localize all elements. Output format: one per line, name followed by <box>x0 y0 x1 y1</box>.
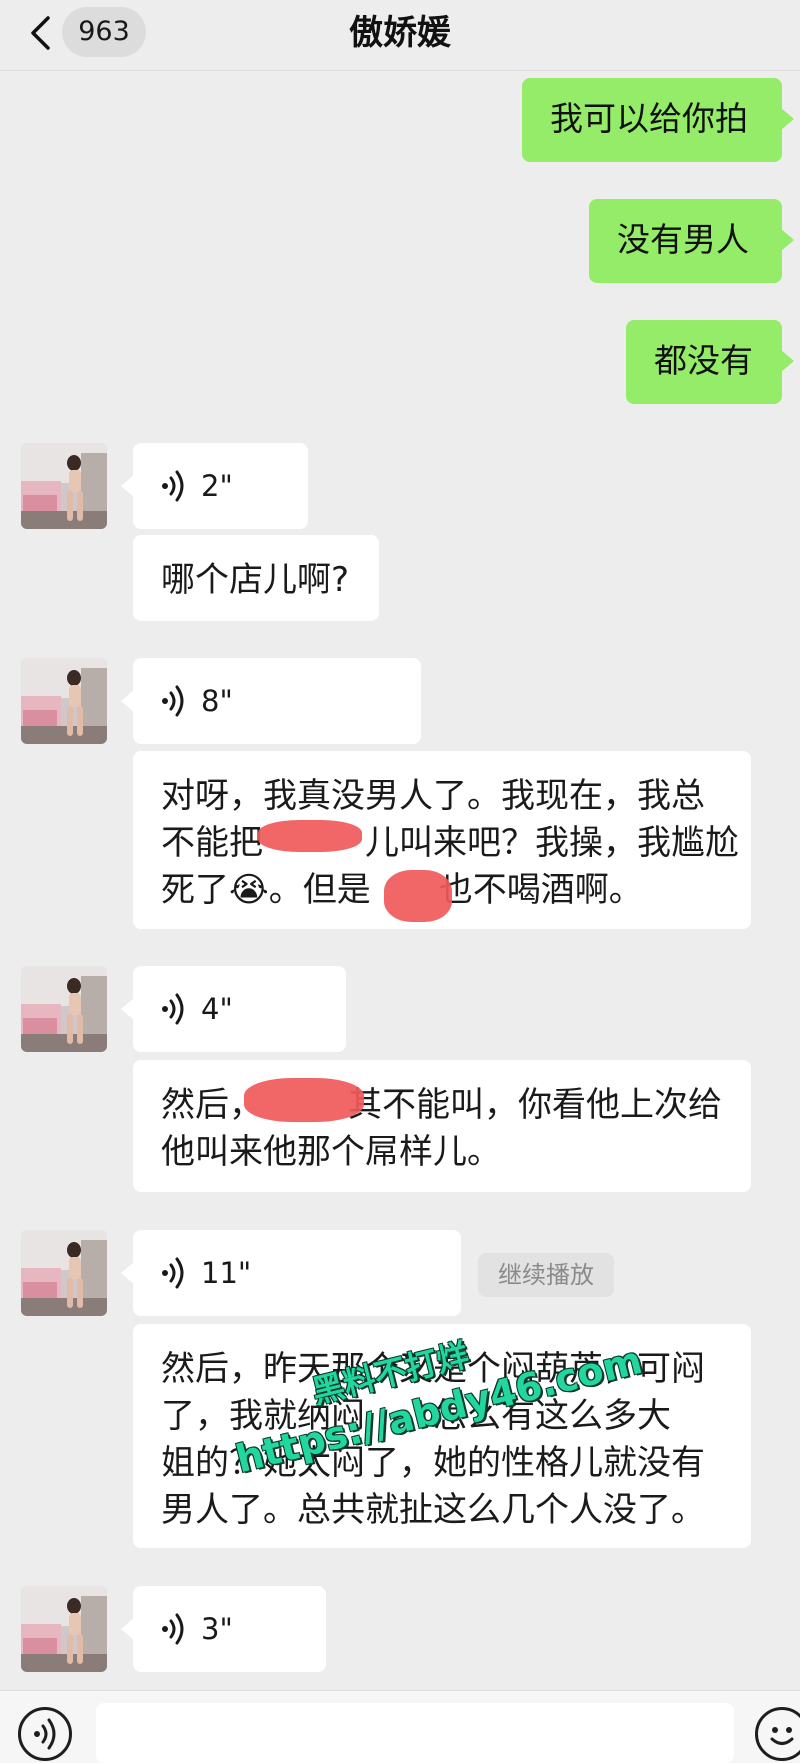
voice-message[interactable]: 2" <box>121 443 308 529</box>
redaction-mark <box>384 870 452 922</box>
sent-message[interactable]: 没有男人 <box>589 199 794 283</box>
continue-playing-button[interactable]: 继续播放 <box>478 1253 614 1297</box>
received-message[interactable]: 哪个店儿啊? <box>133 535 379 621</box>
voice-message[interactable]: 4" <box>121 966 346 1052</box>
voice-input-icon[interactable] <box>18 1707 72 1761</box>
voice-duration: 3" <box>201 1612 233 1646</box>
message-line: 对呀，我真没男人了。我现在，我总 <box>161 776 705 816</box>
message-line: 哪个店儿啊? <box>161 560 350 600</box>
voice-duration: 4" <box>201 992 233 1026</box>
input-bar <box>0 1690 800 1763</box>
voice-message[interactable]: 3" <box>121 1586 326 1672</box>
contact-avatar[interactable] <box>21 1586 107 1672</box>
redaction-mark <box>258 820 362 852</box>
received-message[interactable]: 然后， 其不能叫，你看他上次给 他叫来他那个屌样儿。 <box>133 1060 751 1192</box>
voice-wave-icon <box>162 470 184 502</box>
chat-header: 963 傲娇媛 <box>0 0 800 71</box>
redaction-mark <box>244 1078 364 1122</box>
emoji-icon[interactable] <box>755 1707 800 1761</box>
voice-duration: 8" <box>201 684 233 718</box>
contact-avatar[interactable] <box>21 658 107 744</box>
sent-message[interactable]: 我可以给你拍 <box>522 78 794 162</box>
contact-avatar[interactable] <box>21 1230 107 1316</box>
sent-message[interactable]: 都没有 <box>626 320 794 404</box>
voice-duration: 11" <box>201 1256 252 1290</box>
message-line: 不能把 儿叫来吧？我操，我尴尬 <box>161 823 739 863</box>
message-line: 他叫来他那个屌样儿。 <box>161 1132 501 1172</box>
message-input[interactable] <box>96 1703 734 1763</box>
voice-wave-icon <box>162 993 184 1025</box>
voice-wave-icon <box>162 1613 184 1645</box>
voice-message[interactable]: 11" <box>121 1230 461 1316</box>
contact-avatar[interactable] <box>21 966 107 1052</box>
voice-duration: 2" <box>201 469 233 503</box>
voice-wave-icon <box>162 685 184 717</box>
contact-avatar[interactable] <box>21 443 107 529</box>
voice-wave-icon <box>162 1257 184 1289</box>
chat-title: 傲娇媛 <box>349 13 451 53</box>
voice-message[interactable]: 8" <box>121 658 421 744</box>
